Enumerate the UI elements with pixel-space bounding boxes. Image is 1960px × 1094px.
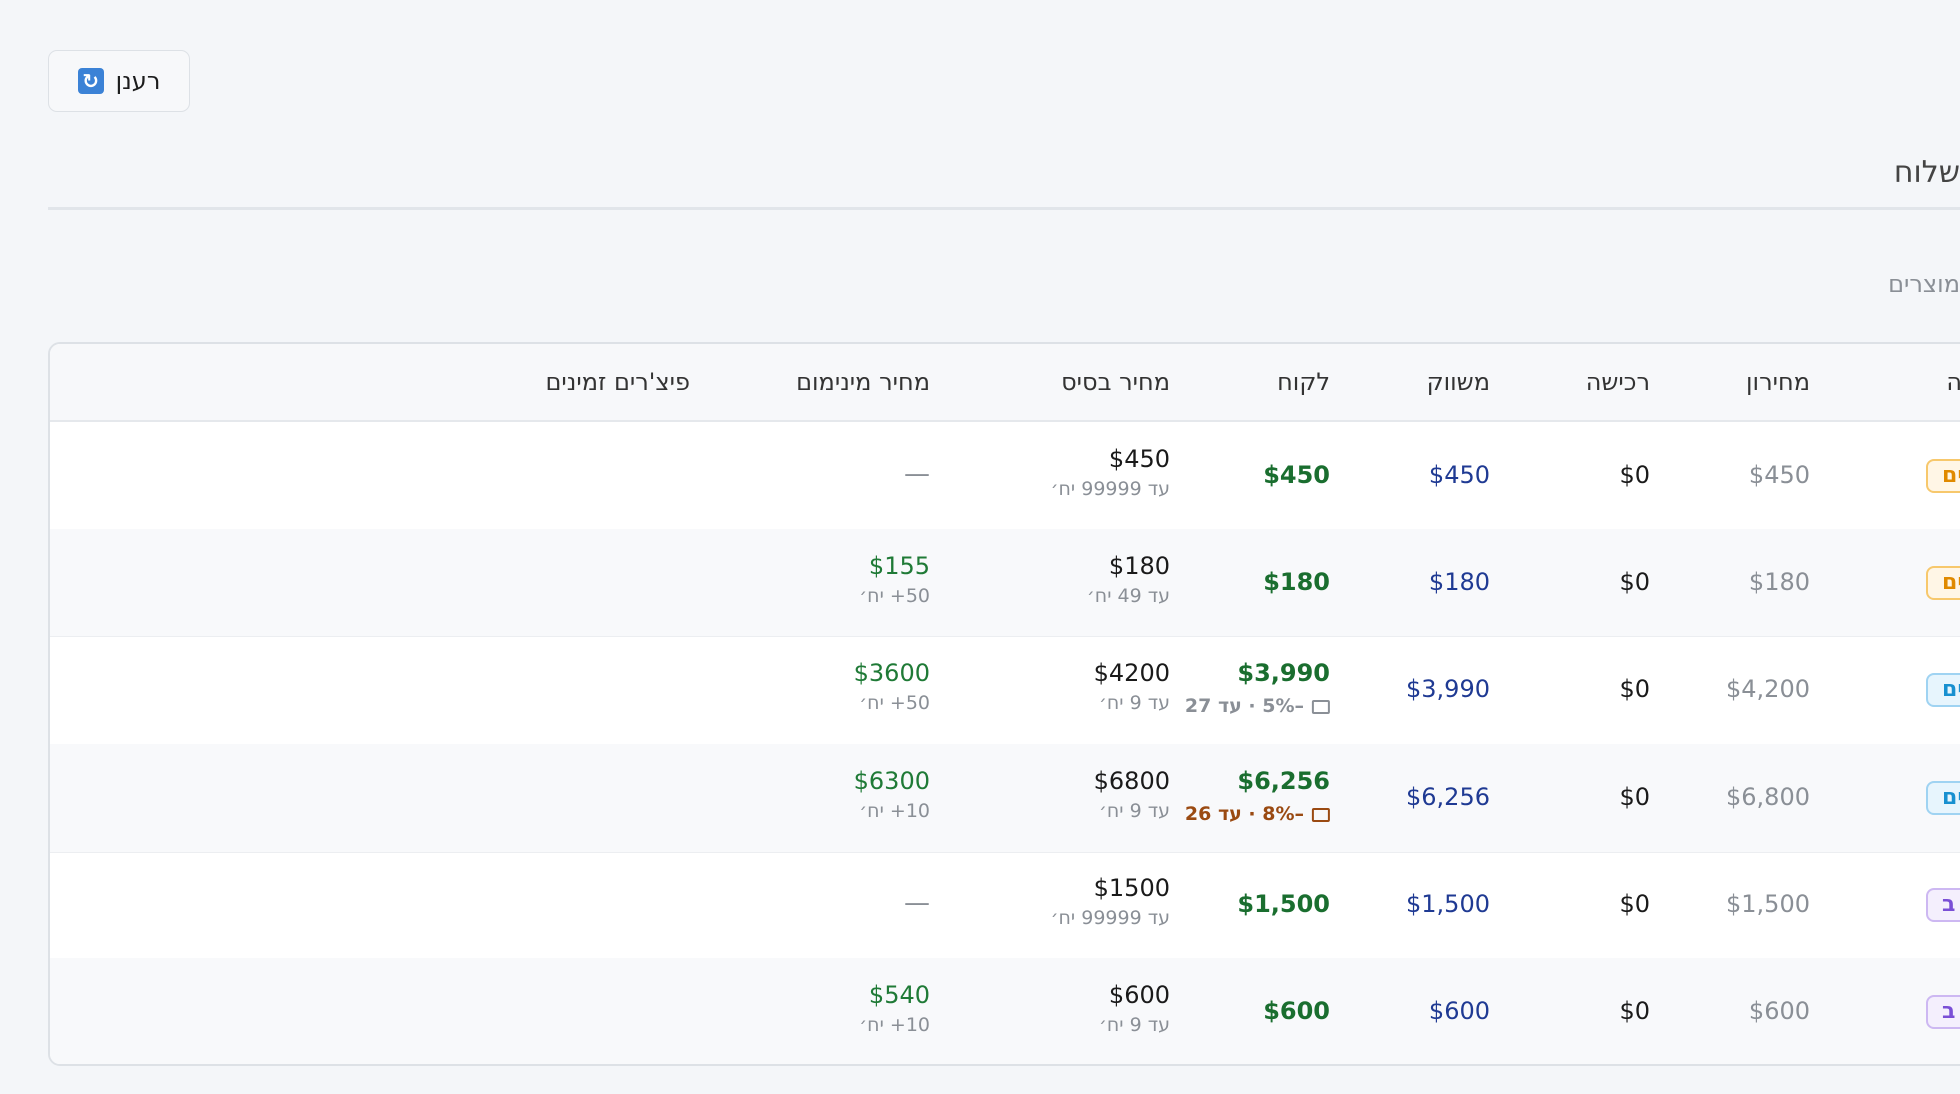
product-type-badge: ים [1926,459,1960,493]
list-price: $180 [1748,568,1810,596]
section-title: שלוח [1893,155,1960,190]
min-price: — [904,459,930,489]
tag-icon [1312,699,1330,714]
table-row[interactable]: ב $600 $0 $600 $600 $600 עד 9 יח׳ $540 10+ יח׳ [50,958,1960,1064]
min-price-qty: 10+ יח׳ [859,1014,930,1036]
base-price-limit: עד 9 יח׳ [1098,1014,1170,1036]
table-row[interactable]: ים $450 $0 $450 $450 $450 עד 99999 יח׳ — [50,422,1960,530]
min-price-qty: 50+ יח׳ [859,692,930,714]
market-price: $180 [1428,568,1490,596]
market-price: $600 [1428,997,1490,1025]
customer-price: $6,256 [1237,767,1330,795]
base-price: $6800 [1093,767,1170,795]
table-row[interactable]: ב $1,500 $0 $1,500 $1,500 $1500 עד 99999 יח׳ — [50,852,1960,959]
col-header-base: מחיר בסיס [1061,368,1170,396]
col-header-customer: לקוח [1277,368,1330,396]
tag-icon [1312,807,1330,822]
min-price: $155 [868,552,930,580]
base-price: $450 [1108,445,1170,473]
list-price: $4,200 [1726,675,1810,703]
min-price-qty: 50+ יח׳ [859,585,930,607]
product-type-badge: ים [1926,673,1960,707]
purchase-price: $0 [1619,568,1650,596]
base-price: $180 [1108,552,1170,580]
min-price-qty: 10+ יח׳ [859,800,930,822]
purchase-price: $0 [1619,890,1650,918]
min-price: $3600 [853,659,930,687]
base-price: $600 [1108,981,1170,1009]
min-price: $540 [868,981,930,1009]
min-price: — [904,888,930,918]
list-price: $1,500 [1726,890,1810,918]
product-type-badge: ב [1926,888,1960,922]
list-price: $600 [1748,997,1810,1025]
list-price: $6,800 [1726,783,1810,811]
purchase-price: $0 [1619,783,1650,811]
pricing-table: ה מחירון רכישה משווק לקוח מחיר בסיס מחיר… [48,342,1960,1066]
table-row[interactable]: ים $4,200 $0 $3,990 $3,990 –5% · עד 27 $4200 עד… [50,636,1960,745]
table-row[interactable]: ים $180 $0 $180 $180 $180 עד 49 יח׳ $155 50+ יח׳ [50,529,1960,637]
product-type-badge: ב [1926,995,1960,1029]
promo-label: –8% · עד 26 [1185,803,1330,825]
market-price: $6,256 [1406,783,1490,811]
purchase-price: $0 [1619,461,1650,489]
base-price: $4200 [1093,659,1170,687]
customer-price: $1,500 [1237,890,1330,918]
base-price-limit: עד 9 יח׳ [1098,800,1170,822]
market-price: $1,500 [1406,890,1490,918]
sub-title: מוצרים [1888,270,1960,298]
refresh-label: רענן [115,67,161,95]
product-type-badge: ים [1926,566,1960,600]
purchase-price: $0 [1619,675,1650,703]
col-header-market: משווק [1426,368,1490,396]
base-price-limit: עד 99999 יח׳ [1050,478,1170,500]
col-header-purchase: רכישה [1585,368,1650,396]
divider [48,207,1960,210]
table-header: ה מחירון רכישה משווק לקוח מחיר בסיס מחיר… [50,344,1960,422]
list-price: $450 [1748,461,1810,489]
product-type-badge: ים [1926,781,1960,815]
base-price-limit: עד 49 יח׳ [1086,585,1170,607]
col-header-features: פיצ'רים זמינים [545,368,690,396]
col-header-list: מחירון [1746,368,1810,396]
base-price: $1500 [1093,874,1170,902]
customer-price: $600 [1263,997,1330,1025]
col-header-min: מחיר מינימום [796,368,930,396]
table-row[interactable]: ים $6,800 $0 $6,256 $6,256 –8% · עד 26 $6800 עד… [50,744,1960,853]
customer-price: $180 [1263,568,1330,596]
promo-label: –5% · עד 27 [1185,695,1330,717]
market-price: $450 [1428,461,1490,489]
base-price-limit: עד 9 יח׳ [1098,692,1170,714]
market-price: $3,990 [1406,675,1490,703]
col-header-partial: ה [1946,368,1960,396]
min-price: $6300 [853,767,930,795]
refresh-button[interactable]: רענן ↻ [48,50,190,112]
customer-price: $3,990 [1237,659,1330,687]
customer-price: $450 [1263,461,1330,489]
base-price-limit: עד 99999 יח׳ [1050,907,1170,929]
refresh-icon: ↻ [77,68,104,94]
purchase-price: $0 [1619,997,1650,1025]
